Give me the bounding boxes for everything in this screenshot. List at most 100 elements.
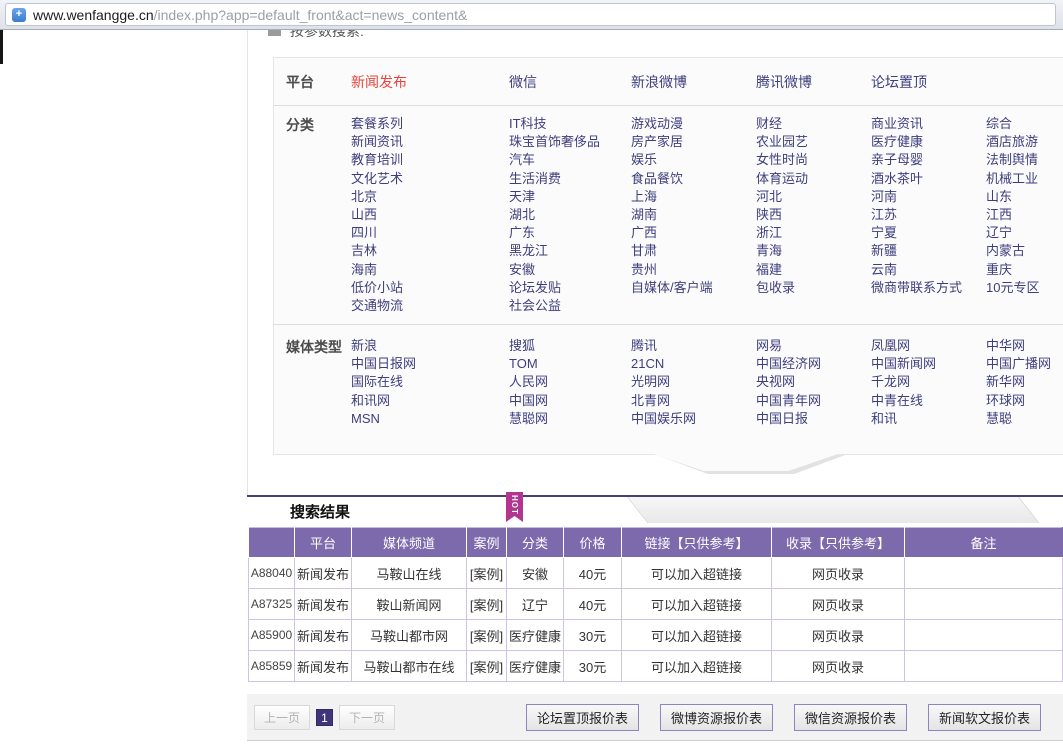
- media-link[interactable]: 中国日报: [756, 410, 871, 428]
- category-link[interactable]: 包收录: [756, 279, 871, 297]
- media-link[interactable]: 中国日报网: [351, 355, 509, 373]
- media-link[interactable]: 环球网: [986, 392, 1063, 410]
- category-link[interactable]: 重庆: [986, 261, 1063, 279]
- category-link[interactable]: 浙江: [756, 224, 871, 242]
- category-link[interactable]: 低价小站: [351, 279, 509, 297]
- panel-collapse-notch[interactable]: [654, 454, 838, 471]
- category-link[interactable]: 酒水茶叶: [871, 170, 986, 188]
- category-link[interactable]: 交通物流: [351, 297, 509, 315]
- media-link[interactable]: 中国新闻网: [871, 355, 986, 373]
- category-link[interactable]: 天津: [509, 188, 631, 206]
- media-link[interactable]: 慧聪网: [509, 410, 631, 428]
- next-page-button[interactable]: 下一页: [339, 705, 395, 730]
- quote-button[interactable]: 微信资源报价表: [794, 704, 907, 731]
- media-link[interactable]: 和讯: [871, 410, 986, 428]
- category-link[interactable]: 教育培训: [351, 151, 509, 169]
- category-link[interactable]: 甘肃: [631, 242, 756, 260]
- media-link[interactable]: 凤凰网: [871, 337, 986, 355]
- category-link[interactable]: 福建: [756, 261, 871, 279]
- case-link-cell[interactable]: [案例]: [467, 589, 507, 620]
- category-link[interactable]: 江西: [986, 206, 1063, 224]
- category-link[interactable]: 酒店旅游: [986, 133, 1063, 151]
- media-link[interactable]: 慧聪: [986, 410, 1063, 428]
- category-link[interactable]: 河南: [871, 188, 986, 206]
- category-link[interactable]: 论坛发贴: [509, 279, 631, 297]
- category-link[interactable]: 游戏动漫: [631, 115, 756, 133]
- category-link[interactable]: 10元专区: [986, 279, 1063, 297]
- media-link[interactable]: 新华网: [986, 373, 1063, 391]
- category-link[interactable]: 内蒙古: [986, 242, 1063, 260]
- media-link[interactable]: 网易: [756, 337, 871, 355]
- category-link[interactable]: 体育运动: [756, 170, 871, 188]
- media-link[interactable]: 中国经济网: [756, 355, 871, 373]
- site-shield-icon[interactable]: +: [12, 8, 26, 22]
- case-link-cell[interactable]: [案例]: [467, 651, 507, 682]
- platform-option[interactable]: 论坛置顶: [871, 72, 986, 92]
- media-link[interactable]: 中国娱乐网: [631, 410, 756, 428]
- category-link[interactable]: 文化艺术: [351, 170, 509, 188]
- media-link[interactable]: 千龙网: [871, 373, 986, 391]
- category-link[interactable]: 珠宝首饰奢侈品: [509, 133, 631, 151]
- media-link[interactable]: 中国青年网: [756, 392, 871, 410]
- media-link[interactable]: TOM: [509, 355, 631, 373]
- media-link[interactable]: 国际在线: [351, 373, 509, 391]
- category-link[interactable]: 商业资讯: [871, 115, 986, 133]
- category-link[interactable]: 北京: [351, 188, 509, 206]
- category-link[interactable]: 财经: [756, 115, 871, 133]
- quote-button[interactable]: 论坛置顶报价表: [526, 704, 639, 731]
- category-link[interactable]: 河北: [756, 188, 871, 206]
- quote-button[interactable]: 新闻软文报价表: [928, 704, 1041, 731]
- category-link[interactable]: 宁夏: [871, 224, 986, 242]
- tab-search-results[interactable]: 搜索结果: [290, 501, 350, 522]
- category-link[interactable]: 安徽: [509, 261, 631, 279]
- platform-option[interactable]: 腾讯微博: [756, 72, 871, 92]
- category-link[interactable]: 贵州: [631, 261, 756, 279]
- category-link[interactable]: IT科技: [509, 115, 631, 133]
- category-link[interactable]: 青海: [756, 242, 871, 260]
- category-link[interactable]: 新闻资讯: [351, 133, 509, 151]
- media-link[interactable]: 北青网: [631, 392, 756, 410]
- category-link[interactable]: 广东: [509, 224, 631, 242]
- category-link[interactable]: 江苏: [871, 206, 986, 224]
- category-link[interactable]: 农业园艺: [756, 133, 871, 151]
- media-link[interactable]: 光明网: [631, 373, 756, 391]
- media-link[interactable]: 搜狐: [509, 337, 631, 355]
- category-link[interactable]: 综合: [986, 115, 1063, 133]
- media-link[interactable]: 腾讯: [631, 337, 756, 355]
- media-link[interactable]: 中国网: [509, 392, 631, 410]
- category-link[interactable]: 湖北: [509, 206, 631, 224]
- url-input[interactable]: + www.wenfangge.cn/index.php?app=default…: [5, 3, 1056, 26]
- platform-option[interactable]: 微信: [509, 72, 631, 92]
- category-link[interactable]: 女性时尚: [756, 151, 871, 169]
- category-link[interactable]: 辽宁: [986, 224, 1063, 242]
- category-link[interactable]: 套餐系列: [351, 115, 509, 133]
- category-link[interactable]: 黑龙江: [509, 242, 631, 260]
- category-link[interactable]: 生活消费: [509, 170, 631, 188]
- category-link[interactable]: 社会公益: [509, 297, 631, 315]
- category-link[interactable]: 机械工业: [986, 170, 1063, 188]
- media-link[interactable]: 21CN: [631, 355, 756, 373]
- case-link-cell[interactable]: [案例]: [467, 558, 507, 589]
- platform-option[interactable]: 新闻发布: [351, 72, 509, 92]
- category-link[interactable]: 陕西: [756, 206, 871, 224]
- category-link[interactable]: 湖南: [631, 206, 756, 224]
- media-link[interactable]: 人民网: [509, 373, 631, 391]
- category-link[interactable]: 上海: [631, 188, 756, 206]
- media-link[interactable]: 央视网: [756, 373, 871, 391]
- category-link[interactable]: 房产家居: [631, 133, 756, 151]
- category-link[interactable]: 广西: [631, 224, 756, 242]
- media-link[interactable]: 中青在线: [871, 392, 986, 410]
- category-link[interactable]: 娱乐: [631, 151, 756, 169]
- category-link[interactable]: 汽车: [509, 151, 631, 169]
- media-link[interactable]: 中国广播网: [986, 355, 1063, 373]
- category-link[interactable]: 食品餐饮: [631, 170, 756, 188]
- category-link[interactable]: 吉林: [351, 242, 509, 260]
- category-link[interactable]: 四川: [351, 224, 509, 242]
- category-link[interactable]: 云南: [871, 261, 986, 279]
- case-link-cell[interactable]: [案例]: [467, 620, 507, 651]
- category-link[interactable]: 新疆: [871, 242, 986, 260]
- category-link[interactable]: 微商带联系方式: [871, 279, 986, 297]
- media-link[interactable]: 中华网: [986, 337, 1063, 355]
- platform-option[interactable]: 新浪微博: [631, 72, 756, 92]
- prev-page-button[interactable]: 上一页: [254, 705, 310, 730]
